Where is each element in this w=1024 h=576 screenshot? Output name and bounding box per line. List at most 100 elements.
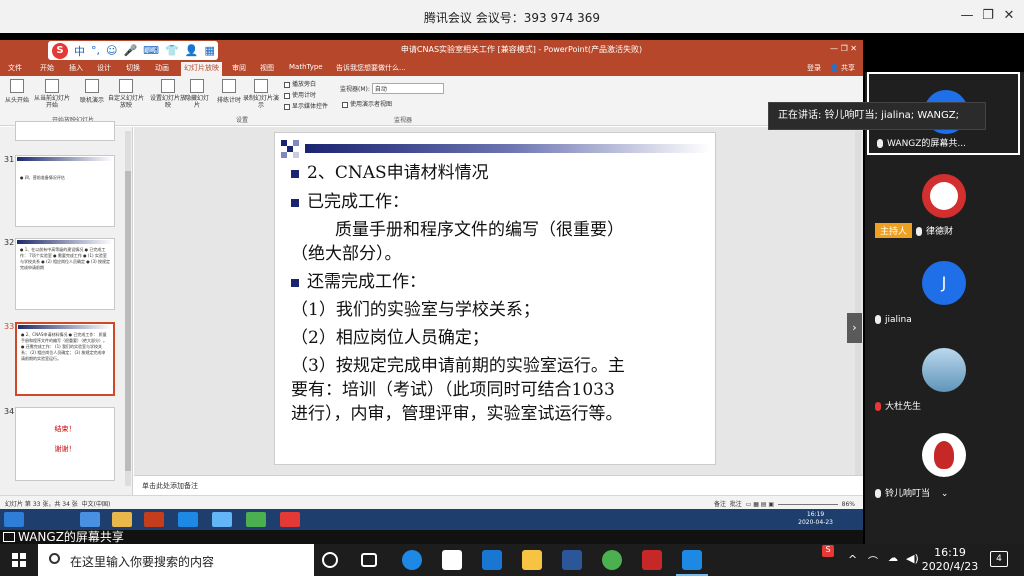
sogou-ime-toolbar[interactable]: S 中 °, ☺ 🎤 ⌨ 👕 👤 ▦	[48, 41, 218, 60]
tab-design[interactable]: 设计	[97, 63, 111, 73]
ime-emoji-icon[interactable]: ☺	[106, 44, 117, 57]
cortana-icon[interactable]	[322, 552, 338, 568]
thumbnail-32[interactable]: ● 1、在以前有中高等级的建设情况 ● 已完成工作： 7项个实验室 ● 需要完成…	[15, 238, 115, 310]
hide-slide-button[interactable]: 隐藏幻灯片	[185, 79, 209, 109]
tab-transitions[interactable]: 切换	[126, 63, 140, 73]
slide-line: 质量手册和程序文件的编写（很重要）	[335, 220, 624, 240]
slide-heading: 2、CNAS申请材料情况	[291, 158, 489, 183]
online-present-button[interactable]: 联机演示	[75, 79, 109, 104]
inner-ie-icon	[80, 512, 100, 527]
record-button[interactable]: 录制幻灯片演示	[242, 79, 280, 109]
notes-toggle[interactable]: 备注	[714, 501, 726, 508]
taskbar-search[interactable]: 在这里输入你要搜索的内容	[38, 544, 314, 576]
zoom-slider[interactable]	[777, 504, 838, 505]
ime-keyboard-icon[interactable]: ⌨	[143, 44, 159, 57]
ime-skin-icon[interactable]: 👕	[165, 44, 179, 57]
setup-show-button[interactable]: 设置幻灯片放映	[150, 79, 186, 109]
screen-share-label: WANGZ的屏幕共享	[0, 530, 863, 544]
cloud-icon[interactable]: ☁	[888, 553, 898, 564]
taskbar-clock[interactable]: 16:19 2020/4/23	[918, 546, 982, 574]
thumbnail-34[interactable]: 结束！ 谢谢！	[15, 407, 115, 481]
narration-checkbox[interactable]: 播放旁白	[284, 79, 316, 88]
slide-line: 进行），内审，管理评审，实验室试运行等。	[291, 404, 623, 424]
participant-tile[interactable]: 主持人 律德财	[867, 159, 1020, 242]
rehearse-button[interactable]: 排练计时	[212, 79, 246, 104]
ime-grid-icon[interactable]: ▦	[204, 44, 214, 57]
participant-tile[interactable]: 铃儿响叮当 ⌄	[867, 420, 1020, 503]
thumbnail-number: 33	[4, 322, 15, 331]
ime-user-icon[interactable]: 👤	[185, 44, 199, 57]
ppt-window-controls[interactable]: — ❐ ✕	[830, 44, 857, 53]
share-button[interactable]: 👤 共享	[830, 63, 855, 73]
participant-tile[interactable]: 大杜先生	[867, 333, 1020, 416]
sogou-logo-icon: S	[52, 42, 68, 59]
zoom-level[interactable]: 86%	[842, 501, 855, 508]
search-placeholder: 在这里输入你要搜索的内容	[70, 555, 215, 569]
language-status[interactable]: 中文(中国)	[82, 501, 111, 508]
comments-toggle[interactable]: 批注	[730, 501, 742, 508]
thumbnail-30[interactable]	[15, 121, 115, 141]
notes-placeholder: 单击此处添加备注	[142, 482, 198, 490]
task-view-icon[interactable]	[361, 553, 377, 567]
thumbnails-scrollbar[interactable]	[125, 131, 131, 486]
volume-icon[interactable]: ◀)	[906, 552, 919, 565]
group-monitor-label: 监视器	[394, 117, 413, 124]
mic-icon[interactable]	[875, 315, 881, 324]
timings-checkbox[interactable]: 使用计时	[284, 90, 316, 99]
ime-chinese-icon[interactable]: 中	[74, 43, 85, 59]
from-beginning-button[interactable]: 从头开始	[0, 79, 34, 104]
tencent-meeting-icon[interactable]	[676, 550, 708, 576]
tab-home[interactable]: 开始	[40, 63, 54, 73]
windows-start-icon[interactable]	[12, 553, 26, 567]
meeting-title-bar: 腾讯会议 会议号：393 974 369 — ❐ ✕	[0, 0, 1024, 33]
tab-slideshow[interactable]: 幻灯片放映	[181, 62, 222, 76]
explorer-icon[interactable]	[522, 550, 542, 570]
tray-chevron-icon[interactable]: ^	[848, 553, 857, 566]
word-icon[interactable]	[562, 550, 582, 570]
thumbnail-number: 34	[4, 407, 15, 416]
search-icon	[49, 553, 60, 564]
edge-icon[interactable]	[402, 550, 422, 570]
from-current-button[interactable]: 从当前幻灯片开始	[32, 79, 72, 109]
next-arrow-icon[interactable]: ›	[847, 313, 862, 343]
slide-bullet-done: 已完成工作：	[291, 187, 409, 212]
tell-me-search[interactable]: 告诉我您想要做什么...	[336, 63, 406, 73]
chevron-down-icon[interactable]: ⌄	[941, 489, 949, 499]
thumbnail-33[interactable]: ● 2、CNAS申请材料情况 ● 已完成工作： 质量手册和程序文件的编写（很重要…	[15, 322, 115, 396]
ime-voice-icon[interactable]: 🎤	[123, 44, 137, 57]
ppt-window-title: 申请CNAS实验室相关工作 [兼容模式] - PowerPoint(产品激活失败…	[400, 45, 643, 54]
pdf-icon[interactable]	[642, 550, 662, 570]
custom-show-button[interactable]: 自定义幻灯片放映	[108, 79, 144, 109]
mail-icon[interactable]	[482, 550, 502, 570]
tab-review[interactable]: 审阅	[232, 63, 246, 73]
tab-insert[interactable]: 插入	[69, 63, 83, 73]
store-icon[interactable]	[442, 550, 462, 570]
restore-icon[interactable]: ❐	[978, 6, 998, 26]
tab-animations[interactable]: 动画	[155, 63, 169, 73]
mic-muted-icon[interactable]	[875, 402, 881, 411]
inner-ppt-icon	[144, 512, 164, 527]
chrome-icon[interactable]	[602, 550, 622, 570]
tab-view[interactable]: 视图	[260, 63, 274, 73]
notification-center-icon[interactable]: 4	[990, 551, 1008, 567]
media-controls-checkbox[interactable]: 显示媒体控件	[284, 101, 328, 110]
monitor-select[interactable]: 监视器(M): 自动	[340, 83, 444, 94]
notes-pane[interactable]: 单击此处添加备注	[134, 475, 863, 495]
close-icon[interactable]: ✕	[999, 6, 1019, 26]
login-link[interactable]: 登录	[807, 63, 821, 73]
minimize-icon[interactable]: —	[957, 6, 977, 26]
participant-tile[interactable]: J jialina	[867, 246, 1020, 329]
mic-icon[interactable]	[916, 227, 923, 236]
tab-file[interactable]: 文件	[8, 63, 22, 73]
current-slide[interactable]: 2、CNAS申请材料情况 已完成工作： 质量手册和程序文件的编写（很重要） （绝…	[274, 132, 716, 465]
ime-punct-icon[interactable]: °,	[91, 44, 100, 57]
bullet-icon	[291, 198, 299, 207]
thumbnail-31[interactable]: ● 四、营前准备情况评估	[15, 155, 115, 227]
presenter-view-checkbox[interactable]: 使用演示者视图	[342, 99, 392, 108]
tab-mathtype[interactable]: MathType	[289, 63, 323, 71]
monitor-value: 自动	[371, 83, 444, 94]
sogou-tray-icon[interactable]: S	[822, 545, 834, 557]
avatar: J	[922, 261, 966, 305]
network-icon[interactable]: ⌒	[868, 553, 878, 568]
mic-icon[interactable]	[875, 489, 881, 498]
